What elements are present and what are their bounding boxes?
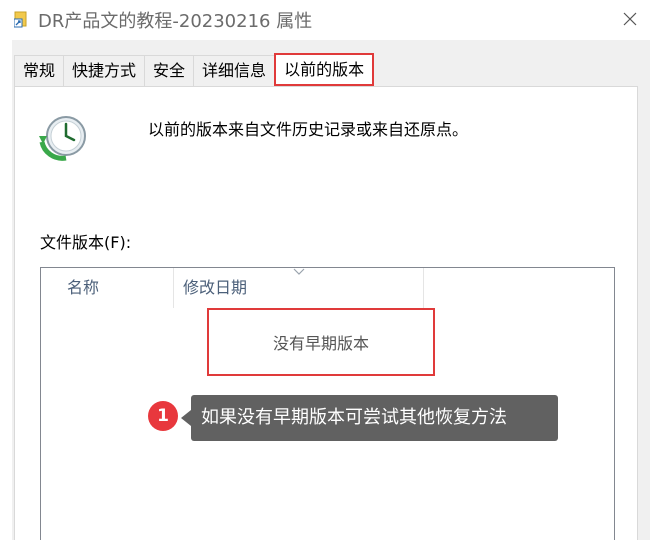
close-button[interactable] [612, 2, 648, 36]
tab-security[interactable]: 安全 [144, 55, 195, 86]
annotation-callout: 如果没有早期版本可尝试其他恢复方法 [191, 395, 558, 441]
tab-previous-versions[interactable]: 以前的版本 [274, 53, 375, 86]
tab-general[interactable]: 常规 [14, 55, 65, 86]
description-text: 以前的版本来自文件历史记录或来自还原点。 [148, 120, 469, 139]
folder-shortcut-icon [14, 11, 27, 28]
restore-clock-icon [39, 116, 86, 161]
close-icon [623, 12, 637, 26]
desktop-strip [0, 0, 12, 540]
tab-details[interactable]: 详细信息 [193, 55, 276, 86]
callout-pointer [181, 410, 191, 426]
properties-window: DR产品文的教程-20230216 属性 常规 快捷方式 安全 详细信息 以前的… [0, 0, 650, 540]
tab-shortcut[interactable]: 快捷方式 [63, 55, 146, 86]
column-header-name[interactable]: 名称 [41, 268, 174, 308]
file-versions-label: 文件版本(F): [40, 233, 132, 252]
empty-list-message: 没有早期版本 [207, 308, 435, 376]
window-title: DR产品文的教程-20230216 属性 [38, 11, 313, 32]
tab-strip: 常规 快捷方式 安全 详细信息 以前的版本 [14, 53, 375, 87]
title-bar: DR产品文的教程-20230216 属性 [0, 0, 650, 40]
annotation-number-badge: 1 [148, 401, 178, 431]
sort-chevron-icon [293, 268, 305, 275]
